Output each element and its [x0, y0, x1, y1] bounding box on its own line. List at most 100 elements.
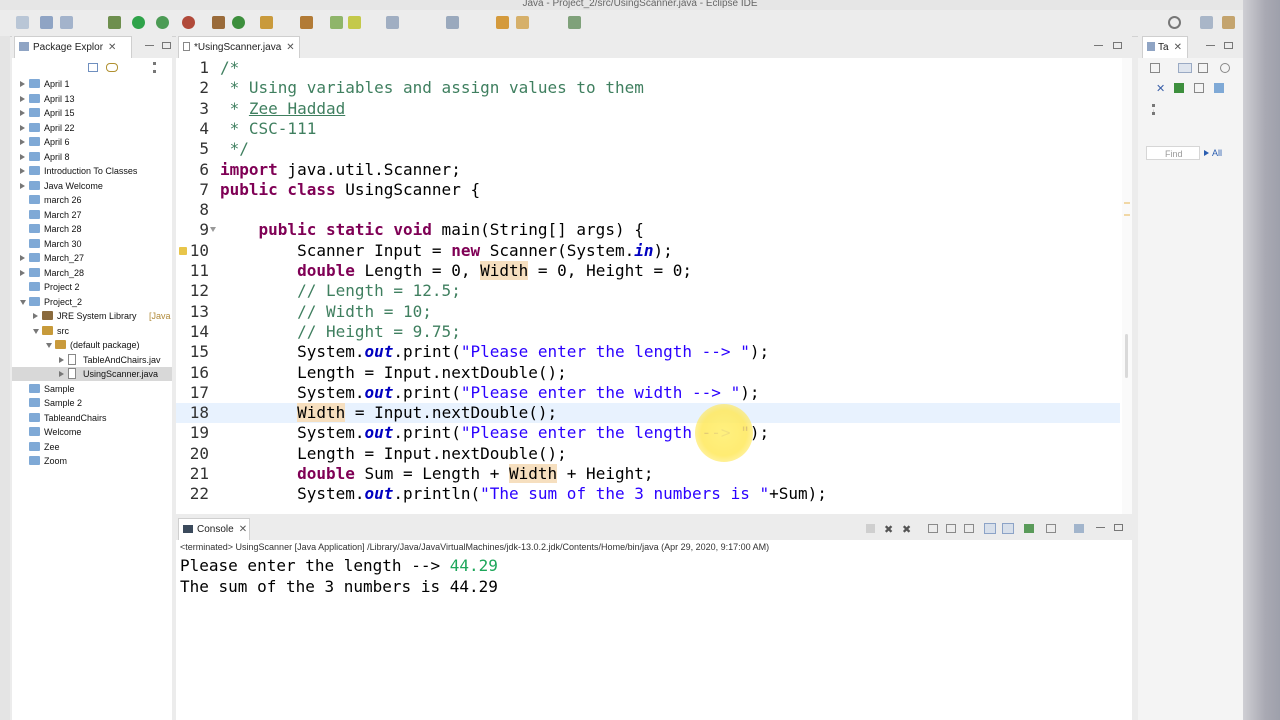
- code-line[interactable]: 12 // Length = 12.5;: [176, 281, 1120, 301]
- focus-icon[interactable]: [1174, 83, 1184, 93]
- code-line[interactable]: 11 double Length = 0, Width = 0, Height …: [176, 261, 1120, 281]
- chevron-right-icon[interactable]: [20, 168, 25, 174]
- maximize-icon[interactable]: [1114, 524, 1123, 531]
- code-line[interactable]: 13 // Width = 10;: [176, 302, 1120, 322]
- code-line[interactable]: 2 * Using variables and assign values to…: [176, 78, 1120, 98]
- chevron-right-icon[interactable]: [20, 182, 25, 189]
- new-java-project-icon[interactable]: [212, 16, 225, 29]
- view-menu-icon[interactable]: [153, 62, 156, 73]
- external-tools-icon[interactable]: [182, 16, 195, 29]
- tree-item[interactable]: April 15: [12, 106, 172, 120]
- show-on-output-icon[interactable]: [984, 523, 996, 534]
- code-editor[interactable]: 1/* 2 * Using variables and assign values…: [176, 58, 1132, 514]
- minimize-icon[interactable]: [1206, 45, 1215, 47]
- remove-all-icon[interactable]: ✖: [902, 523, 911, 536]
- chevron-right-icon[interactable]: [59, 356, 64, 363]
- chevron-down-icon[interactable]: [33, 328, 39, 334]
- new-class-icon[interactable]: [232, 16, 245, 29]
- chevron-right-icon[interactable]: [20, 139, 25, 145]
- code-line[interactable]: 19 System.out.print("Please enter the le…: [176, 423, 1120, 443]
- close-icon[interactable]: ✕: [239, 524, 247, 535]
- show-whitespace-icon[interactable]: [386, 16, 399, 29]
- maximize-icon[interactable]: [162, 42, 171, 49]
- categorize-icon[interactable]: [1178, 63, 1192, 73]
- chevron-right-icon[interactable]: [20, 81, 25, 87]
- chevron-right-icon[interactable]: [20, 153, 25, 160]
- chevron-right-icon[interactable]: [20, 95, 25, 102]
- tree-item[interactable]: Sample: [12, 382, 172, 396]
- close-icon[interactable]: ✕: [1174, 42, 1182, 53]
- open-perspective-icon[interactable]: [1200, 16, 1213, 29]
- tab-package-explorer[interactable]: Package Explor ✕: [14, 36, 132, 58]
- run-icon[interactable]: [132, 16, 145, 29]
- java-perspective-icon[interactable]: [1222, 16, 1235, 29]
- occurrence-marker[interactable]: [1124, 202, 1130, 204]
- minimize-icon[interactable]: [1094, 45, 1103, 47]
- tree-item[interactable]: March 28: [12, 222, 172, 236]
- tree-item[interactable]: Sample 2: [12, 396, 172, 410]
- tab-usingscanner-java[interactable]: *UsingScanner.java ✕: [178, 36, 300, 58]
- collapse-tasks-icon[interactable]: [1214, 83, 1224, 93]
- annotation-icon[interactable]: [330, 16, 343, 29]
- display-console-icon[interactable]: [1046, 524, 1056, 533]
- save-all-icon[interactable]: [60, 16, 73, 29]
- tree-item[interactable]: April 1: [12, 77, 172, 91]
- chevron-right-icon[interactable]: [20, 124, 25, 131]
- chevron-right-icon[interactable]: [33, 313, 38, 319]
- code-line[interactable]: 21 double Sum = Length + Width + Height;: [176, 464, 1120, 484]
- code-line[interactable]: 1 /*: [176, 58, 1120, 78]
- tree-item[interactable]: April 13: [12, 92, 172, 106]
- maximize-icon[interactable]: [1113, 42, 1122, 49]
- code-line[interactable]: 4 * CSC-111: [176, 119, 1120, 139]
- minimize-icon[interactable]: [145, 45, 154, 47]
- tree-item[interactable]: src: [12, 324, 172, 338]
- link-editor-icon[interactable]: [106, 63, 118, 72]
- tree-item[interactable]: UsingScanner.java: [12, 367, 172, 381]
- chevron-down-icon[interactable]: [46, 343, 52, 348]
- tree-item[interactable]: Welcome: [12, 425, 172, 439]
- search-toolbar-icon[interactable]: [300, 16, 313, 29]
- quick-access-search-icon[interactable]: [1168, 16, 1181, 29]
- pin-console-icon[interactable]: [1024, 524, 1034, 533]
- chevron-down-icon[interactable]: [20, 299, 26, 305]
- view-menu-icon[interactable]: [1152, 104, 1155, 115]
- open-type-icon[interactable]: [260, 16, 273, 29]
- code-line[interactable]: 3 * Zee Haddad: [176, 99, 1120, 119]
- coverage-icon[interactable]: [156, 16, 169, 29]
- close-icon[interactable]: ✕: [108, 42, 116, 53]
- highlight-icon[interactable]: [348, 16, 361, 29]
- code-line[interactable]: 16 Length = Input.nextDouble();: [176, 363, 1120, 383]
- tab-task-list[interactable]: Ta ✕: [1142, 36, 1188, 58]
- show-on-error-icon[interactable]: [1002, 523, 1014, 534]
- chevron-right-icon[interactable]: [59, 371, 64, 377]
- tree-item[interactable]: march 26: [12, 193, 172, 207]
- tree-item[interactable]: March_27: [12, 251, 172, 265]
- code-line[interactable]: 8: [176, 200, 1120, 220]
- tree-item[interactable]: Project 2: [12, 280, 172, 294]
- remove-icon[interactable]: ✕: [1156, 82, 1165, 95]
- remove-launch-icon[interactable]: ✖: [884, 523, 893, 536]
- filter-icon[interactable]: [1198, 63, 1208, 73]
- chevron-right-icon[interactable]: [20, 110, 25, 116]
- code-line[interactable]: 14 // Height = 9.75;: [176, 322, 1120, 342]
- code-line[interactable]: 5 */: [176, 139, 1120, 159]
- tree-item[interactable]: Introduction To Classes: [12, 164, 172, 178]
- find-arrow-icon[interactable]: [1204, 150, 1209, 156]
- fold-icon[interactable]: [210, 227, 216, 232]
- code-line[interactable]: 20 Length = Input.nextDouble();: [176, 444, 1120, 464]
- tree-item[interactable]: Zee: [12, 440, 172, 454]
- tree-item[interactable]: March 30: [12, 237, 172, 251]
- tree-item[interactable]: April 8: [12, 150, 172, 164]
- occurrence-marker[interactable]: [1124, 214, 1130, 216]
- chevron-right-icon[interactable]: [20, 269, 25, 276]
- scroll-lock-icon[interactable]: [946, 524, 956, 533]
- minimize-icon[interactable]: [1096, 527, 1105, 529]
- overview-ruler[interactable]: [1122, 58, 1132, 514]
- debug-icon[interactable]: [108, 16, 121, 29]
- chevron-right-icon[interactable]: [20, 255, 25, 261]
- tree-item[interactable]: April 6: [12, 135, 172, 149]
- sync-icon[interactable]: [1220, 63, 1230, 73]
- maximize-icon[interactable]: [1224, 42, 1233, 49]
- tab-console[interactable]: Console ✕: [178, 518, 250, 540]
- new-file-icon[interactable]: [16, 16, 29, 29]
